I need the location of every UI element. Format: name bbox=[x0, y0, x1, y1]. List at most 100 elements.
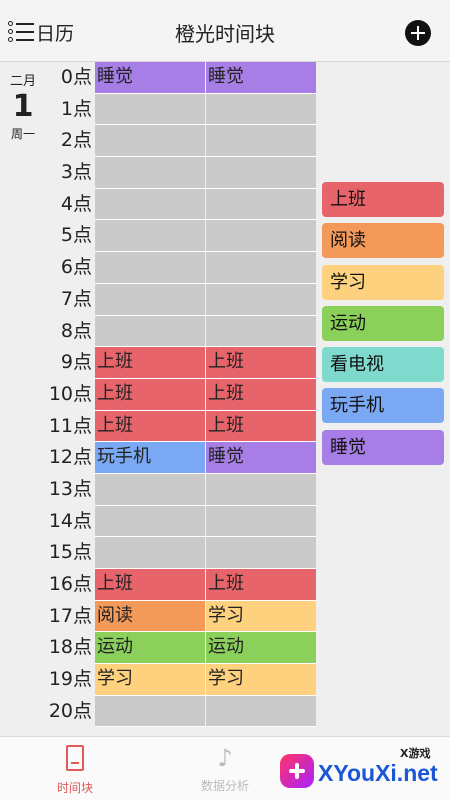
time-block-cell[interactable] bbox=[95, 695, 205, 727]
time-block-cell[interactable] bbox=[95, 220, 205, 252]
hour-label: 18点 bbox=[48, 636, 92, 659]
category-chip[interactable]: 学习 bbox=[322, 264, 444, 300]
time-block-cell[interactable] bbox=[206, 695, 316, 727]
time-block-cell[interactable]: 运动 bbox=[206, 632, 316, 664]
category-chip[interactable]: 阅读 bbox=[322, 223, 444, 259]
time-block-cell[interactable]: 学习 bbox=[206, 664, 316, 695]
category-chip[interactable]: 上班 bbox=[322, 182, 444, 217]
time-block-cell[interactable] bbox=[95, 125, 205, 157]
time-block-cell[interactable] bbox=[206, 220, 316, 252]
bookmark-icon bbox=[66, 745, 84, 771]
time-block-cell[interactable] bbox=[206, 125, 316, 157]
hour-label: 11点 bbox=[48, 414, 92, 437]
hour-label: 16点 bbox=[48, 573, 92, 595]
time-block-cell[interactable]: 玩手机 bbox=[95, 442, 205, 473]
hour-label: 4点 bbox=[60, 192, 92, 215]
hour-label: 10点 bbox=[48, 382, 92, 405]
time-block-cell[interactable]: 上班 bbox=[95, 347, 205, 378]
add-icon[interactable] bbox=[405, 20, 431, 46]
tab-time-blocks[interactable]: 时间块 bbox=[30, 743, 120, 796]
time-block-cell[interactable] bbox=[95, 157, 205, 188]
hour-label: 9点 bbox=[60, 351, 92, 374]
date-panel: 二月 1 周一 bbox=[0, 62, 46, 142]
time-row: 阅读 学习 bbox=[95, 600, 316, 633]
hour-label: 13点 bbox=[48, 477, 92, 500]
time-block-cell[interactable] bbox=[206, 93, 316, 125]
category-chip[interactable]: 运动 bbox=[322, 305, 444, 341]
watermark-logo: X游戏 XYouXi.net bbox=[276, 742, 446, 798]
time-row bbox=[95, 473, 316, 506]
time-row: 玩手机 睡觉 bbox=[95, 442, 316, 474]
time-block-cell[interactable] bbox=[206, 315, 316, 347]
time-block-cell[interactable]: 上班 bbox=[95, 378, 205, 410]
time-block-cell[interactable] bbox=[206, 157, 316, 188]
hour-labels: 0点 1点 2点 3点 4点 5点 6点 7点 8点 9点 10点 11点 12点 13点 14点 15点 16… bbox=[46, 62, 94, 727]
tab-label: 时间块 bbox=[56, 781, 93, 795]
tab-label: 数据分析 bbox=[200, 779, 249, 793]
time-block-cell[interactable] bbox=[95, 188, 205, 220]
time-block-cell[interactable]: 上班 bbox=[206, 569, 316, 600]
hour-label: 20点 bbox=[48, 699, 92, 722]
time-row: 上班 上班 bbox=[95, 569, 316, 601]
time-block-grid: 睡觉 睡觉 上班 上班 上班 上班 上班 上班 玩手机 睡觉 上班 上班 阅读 学习 运动 运动 学习 学习 bbox=[95, 62, 316, 728]
time-block-cell[interactable] bbox=[206, 252, 316, 283]
time-row bbox=[95, 93, 316, 126]
time-row bbox=[95, 157, 316, 189]
time-row bbox=[95, 188, 316, 221]
category-chip[interactable]: 玩手机 bbox=[322, 388, 444, 424]
time-row bbox=[95, 695, 316, 728]
time-row bbox=[95, 505, 316, 538]
time-row bbox=[95, 252, 316, 284]
hour-label: 17点 bbox=[48, 604, 92, 627]
time-block-cell[interactable] bbox=[95, 537, 205, 568]
category-chip[interactable]: 睡觉 bbox=[322, 429, 444, 465]
time-block-cell[interactable]: 睡觉 bbox=[206, 62, 316, 93]
date-day: 1 bbox=[12, 89, 34, 124]
time-block-cell[interactable] bbox=[206, 473, 316, 505]
time-block-cell[interactable]: 上班 bbox=[206, 347, 316, 378]
page-title: 橙光时间块 bbox=[175, 22, 275, 46]
time-block-cell[interactable]: 睡觉 bbox=[95, 62, 205, 93]
time-row: 睡觉 睡觉 bbox=[95, 62, 316, 94]
category-palette: 上班阅读学习运动看电视玩手机睡觉 bbox=[322, 182, 444, 471]
hour-label: 7点 bbox=[60, 287, 92, 310]
time-block-cell[interactable] bbox=[206, 537, 316, 568]
app-header: 日历 橙光时间块 bbox=[0, 0, 450, 62]
time-block-cell[interactable]: 上班 bbox=[95, 410, 205, 442]
time-row bbox=[95, 537, 316, 569]
time-row bbox=[95, 220, 316, 253]
time-block-cell[interactable] bbox=[206, 283, 316, 315]
time-block-cell[interactable] bbox=[95, 93, 205, 125]
time-block-cell[interactable]: 运动 bbox=[95, 632, 205, 664]
time-block-cell[interactable]: 学习 bbox=[206, 600, 316, 632]
time-block-cell[interactable]: 学习 bbox=[95, 664, 205, 695]
hour-label: 0点 bbox=[60, 66, 92, 88]
time-row: 学习 学习 bbox=[95, 664, 316, 696]
time-row bbox=[95, 125, 316, 158]
watermark-small-text: X游戏 bbox=[400, 747, 431, 760]
hour-label: 6点 bbox=[60, 256, 92, 279]
time-block-cell[interactable] bbox=[95, 473, 205, 505]
music-note-icon: ♪ bbox=[217, 744, 233, 772]
time-block-cell[interactable] bbox=[95, 252, 205, 283]
time-block-cell[interactable] bbox=[95, 505, 205, 537]
time-block-cell[interactable]: 上班 bbox=[206, 410, 316, 442]
hour-label: 3点 bbox=[60, 161, 92, 184]
hour-label: 1点 bbox=[60, 97, 92, 120]
category-chip[interactable]: 看电视 bbox=[322, 347, 444, 383]
time-block-cell[interactable] bbox=[206, 188, 316, 220]
time-block-cell[interactable]: 阅读 bbox=[95, 600, 205, 632]
hour-label: 19点 bbox=[48, 668, 92, 691]
date-weekday: 周一 bbox=[10, 127, 35, 141]
date-month: 二月 bbox=[9, 74, 36, 89]
time-block-cell[interactable] bbox=[206, 505, 316, 537]
time-block-cell[interactable]: 上班 bbox=[95, 569, 205, 600]
time-block-cell[interactable] bbox=[95, 283, 205, 315]
time-row bbox=[95, 315, 316, 348]
tab-data-analysis[interactable]: ♪ 数据分析 bbox=[180, 743, 270, 794]
time-row: 上班 上班 bbox=[95, 378, 316, 411]
time-block-cell[interactable] bbox=[95, 315, 205, 347]
time-block-cell[interactable]: 睡觉 bbox=[206, 442, 316, 473]
time-block-cell[interactable]: 上班 bbox=[206, 378, 316, 410]
hour-label: 12点 bbox=[48, 446, 92, 469]
